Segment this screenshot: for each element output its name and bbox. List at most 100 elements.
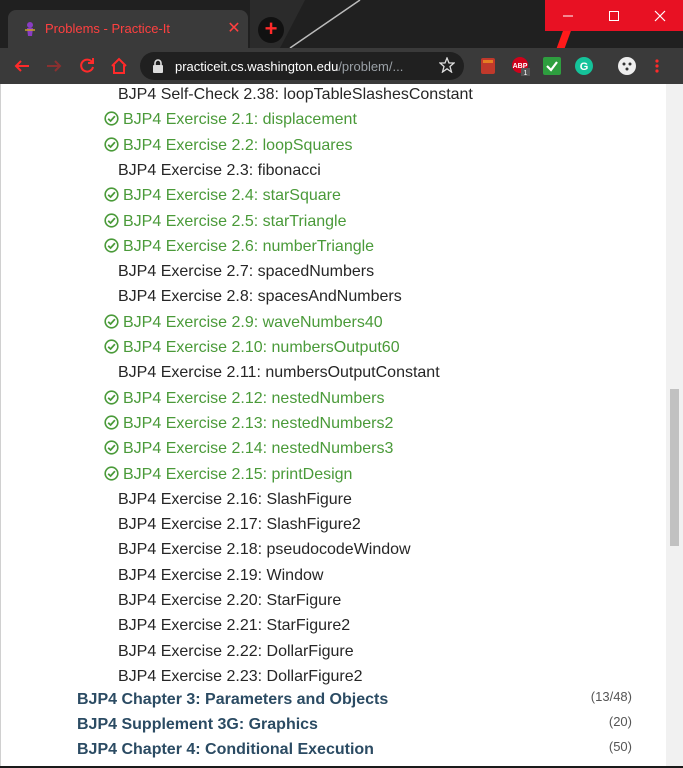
grammarly-extension-icon[interactable]: G — [574, 56, 594, 76]
problem-label: BJP4 Exercise 2.2: loopSquares — [123, 137, 353, 154]
menu-dots-icon[interactable] — [651, 56, 663, 76]
reload-icon — [80, 58, 94, 73]
problem-item[interactable]: BJP4 Exercise 2.6: numberTriangle — [104, 237, 374, 261]
problem-item[interactable]: BJP4 Exercise 2.15: printDesign — [104, 465, 352, 489]
check-circle-icon — [104, 238, 119, 253]
problem-label: BJP4 Exercise 2.22: DollarFigure — [118, 643, 354, 660]
svg-text:G: G — [580, 61, 589, 73]
profile-avatar-icon[interactable] — [617, 56, 637, 76]
problem-label: BJP4 Exercise 2.8: spacesAndNumbers — [118, 288, 402, 305]
problem-label: BJP4 Exercise 2.13: nestedNumbers2 — [123, 415, 394, 432]
chapter-item[interactable]: BJP4 Supplement 3G: Graphics (20) — [77, 714, 637, 739]
problem-label: BJP4 Exercise 2.17: SlashFigure2 — [118, 516, 361, 533]
problem-item[interactable]: BJP4 Exercise 2.14: nestedNumbers3 — [104, 439, 393, 463]
check-circle-icon — [104, 111, 119, 126]
problem-item[interactable]: BJP4 Exercise 2.1: displacement — [104, 110, 357, 134]
minimize-button[interactable] — [545, 0, 591, 31]
checkbox-extension-icon[interactable] — [542, 56, 562, 76]
problem-item[interactable]: BJP4 Exercise 2.12: nestedNumbers — [104, 389, 384, 413]
problem-label: BJP4 Exercise 2.19: Window — [118, 567, 324, 584]
window-controls — [545, 0, 683, 31]
problem-item[interactable]: BJP4 Exercise 2.20: StarFigure — [118, 591, 341, 615]
title-bar: Problems - Practice-It ✕ + — [0, 0, 683, 48]
problem-label: BJP4 Exercise 2.11: numbersOutputConstan… — [118, 364, 440, 381]
chapter-title: BJP4 Chapter 3: Parameters and Objects — [77, 691, 389, 708]
problem-item[interactable]: BJP4 Exercise 2.19: Window — [118, 566, 323, 590]
check-circle-icon — [104, 466, 119, 481]
problem-item[interactable]: BJP4 Exercise 2.18: pseudocodeWindow — [118, 540, 411, 564]
lock-icon — [153, 59, 163, 73]
problem-label: BJP4 Exercise 2.20: StarFigure — [118, 592, 342, 609]
adblock-extension-icon[interactable]: ABP1 — [510, 56, 530, 76]
problem-label: BJP4 Exercise 2.12: nestedNumbers — [123, 390, 385, 407]
scrollbar-thumb[interactable] — [670, 389, 679, 546]
problem-label: BJP4 Exercise 2.7: spacedNumbers — [118, 263, 375, 280]
page-content: BJP4 Self-Check 2.38: loopTableSlashesCo… — [0, 84, 666, 768]
check-circle-icon — [104, 187, 119, 202]
problem-label: BJP4 Exercise 2.4: starSquare — [123, 187, 341, 204]
problem-item[interactable]: BJP4 Exercise 2.7: spacedNumbers — [118, 262, 374, 286]
chapter-item[interactable]: BJP4 Chapter 3: Parameters and Objects (1… — [77, 689, 637, 714]
problem-item[interactable]: BJP4 Exercise 2.16: SlashFigure — [118, 490, 352, 514]
check-circle-icon — [104, 137, 119, 152]
chapter-item[interactable]: BJP4 Chapter 4: Conditional Execution (50… — [77, 739, 637, 764]
problem-item[interactable]: BJP4 Exercise 2.13: nestedNumbers2 — [104, 414, 393, 438]
chapter-title: BJP4 Supplement 3G: Graphics — [77, 716, 318, 733]
book-extension-icon[interactable] — [478, 56, 498, 76]
url-text: practiceit.cs.washington.edu/problem/... — [175, 59, 403, 74]
problem-item[interactable]: BJP4 Exercise 2.17: SlashFigure2 — [118, 515, 361, 539]
maximize-button[interactable] — [591, 0, 637, 31]
problem-item[interactable]: BJP4 Exercise 2.21: StarFigure2 — [118, 616, 350, 640]
check-circle-icon — [104, 415, 119, 430]
address-bar[interactable]: practiceit.cs.washington.edu/problem/... — [140, 52, 464, 80]
tab-close-icon[interactable]: ✕ — [224, 19, 244, 39]
problem-item[interactable]: BJP4 Exercise 2.3: fibonacci — [118, 161, 321, 185]
problem-label: BJP4 Exercise 2.9: waveNumbers40 — [123, 314, 383, 331]
bookmark-star-icon[interactable] — [439, 57, 455, 73]
reload-button[interactable] — [75, 54, 99, 78]
problem-label: BJP4 Exercise 2.1: displacement — [123, 111, 357, 128]
arrow-right-icon — [47, 60, 62, 72]
chapter-count: (13/48) — [590, 689, 632, 704]
close-window-button[interactable] — [637, 0, 683, 31]
problem-item[interactable]: BJP4 Exercise 2.11: numbersOutputConstan… — [118, 363, 440, 387]
problem-label: BJP4 Exercise 2.23: DollarFigure2 — [118, 668, 363, 685]
check-circle-icon — [104, 213, 119, 228]
problem-label: BJP4 Exercise 2.3: fibonacci — [118, 162, 321, 179]
check-circle-icon — [104, 390, 119, 405]
practiceit-favicon-icon — [25, 22, 35, 36]
forward-button[interactable] — [42, 54, 66, 78]
browser-toolbar: practiceit.cs.washington.edu/problem/...… — [0, 48, 683, 84]
close-icon — [654, 10, 666, 21]
problem-label: BJP4 Exercise 2.18: pseudocodeWindow — [118, 541, 411, 558]
problem-item[interactable]: BJP4 Exercise 2.4: starSquare — [104, 186, 341, 210]
problem-label: BJP4 Exercise 2.5: starTriangle — [123, 213, 347, 230]
tab-title: Problems - Practice-It — [45, 21, 170, 36]
problem-label: BJP4 Exercise 2.14: nestedNumbers3 — [123, 440, 394, 457]
chapter-count: (50) — [608, 739, 632, 754]
problem-label: BJP4 Exercise 2.21: StarFigure2 — [118, 617, 351, 634]
new-tab-button[interactable]: + — [258, 17, 284, 43]
vertical-scrollbar[interactable] — [666, 84, 683, 768]
url-host: practiceit.cs.washington.edu — [175, 59, 339, 74]
problem-item[interactable]: BJP4 Exercise 2.5: starTriangle — [104, 212, 347, 236]
problem-item[interactable]: BJP4 Exercise 2.10: numbersOutput60 — [104, 338, 400, 362]
problem-label: BJP4 Exercise 2.16: SlashFigure — [118, 491, 352, 508]
chapter-title: BJP4 Chapter 4: Conditional Execution — [77, 741, 374, 758]
home-button[interactable] — [107, 54, 131, 78]
problem-item[interactable]: BJP4 Exercise 2.8: spacesAndNumbers — [118, 287, 402, 311]
problem-item[interactable]: BJP4 Exercise 2.2: loopSquares — [104, 136, 352, 160]
back-button[interactable] — [10, 54, 34, 78]
problem-item[interactable]: BJP4 Self-Check 2.38: loopTableSlashesCo… — [118, 85, 473, 109]
problem-item[interactable]: BJP4 Exercise 2.22: DollarFigure — [118, 642, 354, 666]
url-path: /problem/... — [338, 59, 404, 74]
problem-label: BJP4 Self-Check 2.38: loopTableSlashesCo… — [118, 86, 473, 103]
decorative-stripe — [556, 30, 572, 48]
problem-item[interactable]: BJP4 Exercise 2.23: DollarFigure2 — [118, 667, 363, 691]
minimize-icon — [563, 15, 573, 16]
tab-problems[interactable]: Problems - Practice-It ✕ — [8, 10, 248, 48]
problem-label: BJP4 Exercise 2.6: numberTriangle — [123, 238, 375, 255]
problem-item[interactable]: BJP4 Exercise 2.9: waveNumbers40 — [104, 313, 383, 337]
check-circle-icon — [104, 314, 119, 329]
problem-label: BJP4 Exercise 2.10: numbersOutput60 — [123, 339, 400, 356]
